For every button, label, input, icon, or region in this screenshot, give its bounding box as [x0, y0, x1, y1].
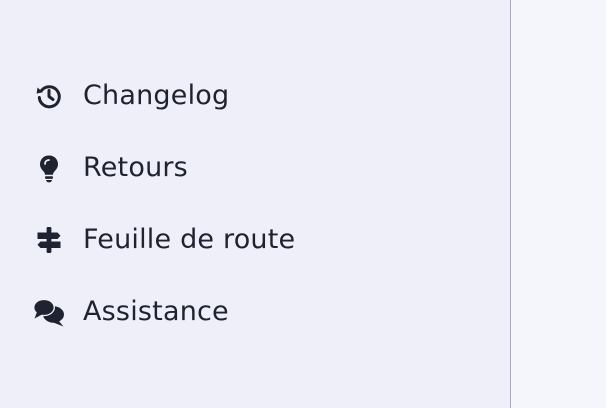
- menu-item-label: Assistance: [83, 295, 229, 327]
- menu-item-label: Feuille de route: [83, 223, 296, 255]
- sidebar: Changelog Retours Feuille de route Assis…: [0, 0, 511, 408]
- menu-item-label: Retours: [83, 151, 188, 183]
- main-content: [512, 0, 606, 408]
- menu-item-retours[interactable]: Retours: [0, 132, 510, 204]
- signpost-icon: [32, 223, 66, 257]
- menu-item-changelog[interactable]: Changelog: [0, 60, 510, 132]
- menu-item-feuille-de-route[interactable]: Feuille de route: [0, 204, 510, 276]
- lightbulb-icon: [32, 151, 66, 185]
- menu-item-label: Changelog: [83, 79, 230, 111]
- comments-icon: [32, 295, 66, 329]
- menu-item-assistance[interactable]: Assistance: [0, 276, 510, 348]
- history-icon: [32, 79, 66, 113]
- sidebar-menu: Changelog Retours Feuille de route Assis…: [0, 60, 510, 348]
